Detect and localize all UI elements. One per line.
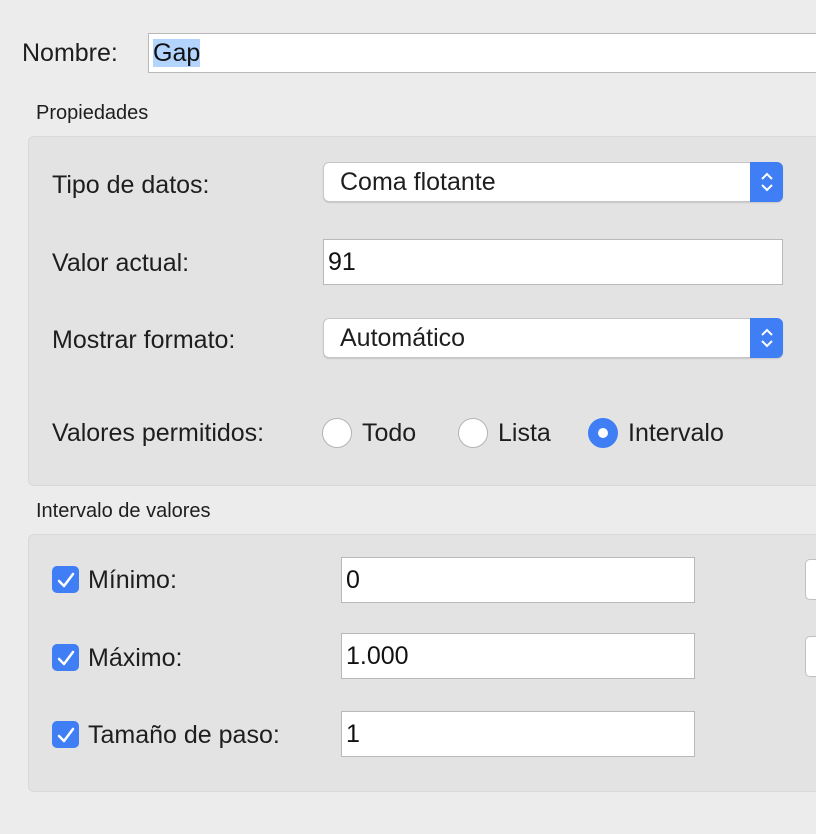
display-format-value: Automático: [340, 324, 466, 352]
name-label: Nombre:: [22, 39, 118, 67]
minimum-side-button[interactable]: [805, 559, 816, 600]
chevron-updown-icon: [750, 318, 783, 358]
data-type-label: Tipo de datos:: [52, 171, 210, 199]
step-label: Tamaño de paso:: [88, 721, 280, 749]
range-title: Intervalo de valores: [36, 500, 211, 522]
current-value-field[interactable]: 91: [323, 239, 783, 285]
data-type-value: Coma flotante: [340, 168, 496, 196]
allowed-values-label: Valores permitidos:: [52, 419, 265, 447]
minimum-checkbox[interactable]: [52, 566, 79, 593]
maximum-label: Máximo:: [88, 644, 183, 672]
checkmark-icon: [57, 572, 74, 587]
name-field[interactable]: Gap: [148, 33, 816, 73]
minimum-label: Mínimo:: [88, 566, 177, 594]
checkmark-icon: [57, 650, 74, 665]
name-value: Gap: [153, 39, 201, 67]
display-format-label: Mostrar formato:: [52, 326, 236, 354]
radio-todo-label[interactable]: Todo: [362, 418, 416, 448]
radio-intervalo-label[interactable]: Intervalo: [628, 418, 724, 448]
radio-lista[interactable]: [458, 418, 488, 448]
current-value-label: Valor actual:: [52, 249, 190, 277]
minimum-field[interactable]: 0: [341, 557, 695, 603]
maximum-checkbox[interactable]: [52, 644, 79, 671]
maximum-side-button[interactable]: [805, 636, 816, 677]
chevron-updown-icon: [750, 162, 783, 202]
maximum-field[interactable]: 1.000: [341, 633, 695, 679]
radio-todo[interactable]: [322, 418, 352, 448]
checkmark-icon: [57, 727, 74, 742]
step-field[interactable]: 1: [341, 711, 695, 757]
step-checkbox[interactable]: [52, 721, 79, 748]
data-type-select[interactable]: Coma flotante: [323, 162, 783, 202]
radio-lista-label[interactable]: Lista: [498, 418, 551, 448]
properties-title: Propiedades: [36, 102, 149, 124]
radio-intervalo[interactable]: [588, 418, 618, 448]
display-format-select[interactable]: Automático: [323, 318, 783, 358]
